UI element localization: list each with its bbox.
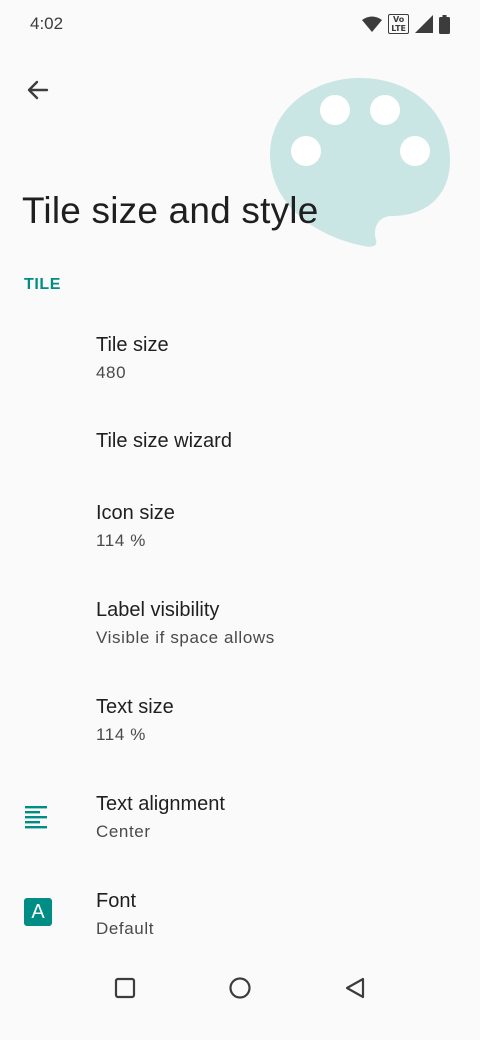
status-icons: Vo LTE [362,14,450,34]
pref-title: Font [96,890,137,912]
section-header-tile: TILE [24,276,62,293]
font-icon: A [24,898,52,931]
recents-button[interactable] [95,958,155,1018]
home-circle-icon [229,977,251,999]
pref-text-alignment[interactable]: Text alignment Center [0,779,480,865]
nav-back-button[interactable] [325,958,385,1018]
back-button[interactable] [18,70,58,110]
navigation-bar [0,976,480,1040]
font-icon-letter: A [31,901,45,923]
arrow-left-icon [27,80,49,100]
pref-summary: 114 % [96,725,146,744]
pref-title: Text size [96,696,174,718]
align-center-icon [24,803,50,834]
pref-label-visibility[interactable]: Label visibility Visible if space allows [0,585,480,671]
pref-icon-size[interactable]: Icon size 114 % [0,488,480,574]
pref-font[interactable]: A Font Default [0,876,480,962]
back-triangle-icon [345,977,365,999]
pref-summary: Center [96,822,151,841]
signal-icon [415,15,433,33]
recents-square-icon [114,977,136,999]
status-bar: 4:02 Vo LTE [0,0,480,48]
pref-summary: Default [96,919,155,938]
pref-title: Icon size [96,502,175,524]
pref-tile-size-wizard[interactable]: Tile size wizard [0,412,480,472]
pref-summary: 480 [96,363,127,382]
pref-text-size[interactable]: Text size 114 % [0,682,480,768]
pref-summary: 114 % [96,531,146,550]
page-title: Tile size and style [22,190,319,231]
pref-summary: Visible if space allows [96,628,275,647]
volte-icon: Vo LTE [388,14,409,34]
status-time: 4:02 [30,14,64,33]
pref-title: Tile size [96,334,169,356]
pref-title: Tile size wizard [96,430,232,452]
home-button[interactable] [210,958,270,1018]
wifi-icon [362,16,383,33]
battery-icon [439,14,450,34]
pref-title: Label visibility [96,599,220,621]
pref-tile-size[interactable]: Tile size 480 [0,320,480,406]
pref-title: Text alignment [96,793,225,815]
